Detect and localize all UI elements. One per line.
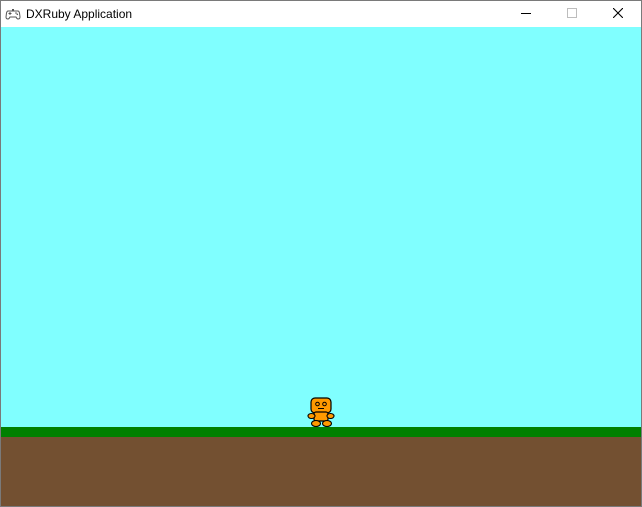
window-title: DXRuby Application xyxy=(26,7,133,21)
dirt-ground xyxy=(1,437,641,506)
maximize-icon xyxy=(567,8,577,18)
close-icon xyxy=(613,8,623,18)
player-character-icon xyxy=(307,396,335,428)
minimize-icon xyxy=(521,13,531,14)
game-canvas[interactable] xyxy=(1,27,641,506)
close-button[interactable] xyxy=(595,1,641,26)
maximize-button[interactable] xyxy=(549,1,595,26)
minimize-button[interactable] xyxy=(503,1,549,26)
title-bar[interactable]: DXRuby Application xyxy=(1,1,641,26)
gamepad-icon xyxy=(5,6,21,22)
grass-strip xyxy=(1,427,641,437)
application-window: DXRuby Application xyxy=(0,0,642,507)
